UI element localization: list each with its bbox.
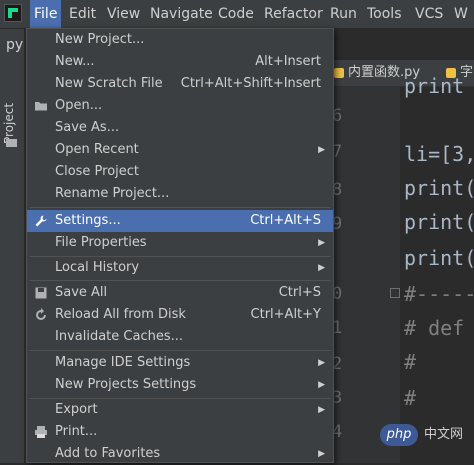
menu-item-label: Save As... — [55, 120, 120, 135]
menu-invalidate-caches[interactable]: Invalidate Caches... — [27, 326, 333, 348]
menu-item-label: Rename Project... — [55, 186, 170, 201]
code-line: print — [404, 74, 465, 98]
menu-item-label: Print... — [55, 424, 98, 439]
watermark-text: 中文网 — [424, 427, 464, 442]
line-number: 2 — [332, 354, 343, 374]
code-line: print( — [404, 176, 474, 200]
print-icon — [35, 426, 47, 438]
menu-item-label: File Properties — [55, 235, 147, 250]
menu-refactor[interactable]: Refactor — [264, 0, 323, 28]
line-number: 1 — [332, 318, 343, 338]
fold-marker-icon[interactable] — [390, 288, 400, 298]
menu-new-scratch-file[interactable]: New Scratch File Ctrl+Alt+Shift+Insert — [27, 73, 333, 95]
menu-vcs[interactable]: VCS — [415, 0, 443, 28]
pycharm-logo-icon — [4, 4, 22, 22]
menu-code[interactable]: Code — [218, 0, 254, 28]
menu-open-recent[interactable]: Open Recent ▶ — [27, 139, 333, 161]
code-line: li=[3, — [404, 142, 474, 166]
line-number: 0 — [332, 284, 343, 304]
python-file-icon — [334, 67, 344, 78]
menu-item-shortcut: Ctrl+Alt+S — [250, 213, 321, 228]
menu-item-label: Save All — [55, 285, 108, 300]
menu-window[interactable]: W — [454, 0, 468, 28]
code-line: print( — [404, 246, 474, 270]
menu-item-label: Open Recent — [55, 142, 139, 157]
line-number: 4 — [332, 422, 343, 442]
menu-item-label: New... — [55, 54, 95, 69]
watermark: php 中文网 — [380, 424, 470, 446]
menu-tools[interactable]: Tools — [367, 0, 402, 28]
submenu-arrow-icon: ▶ — [318, 405, 325, 415]
menu-bar: File Edit View Navigate Code Refactor Ru… — [0, 0, 474, 29]
menu-file-properties[interactable]: File Properties ▶ — [27, 232, 333, 254]
menu-save-all[interactable]: Save All Ctrl+S — [27, 282, 333, 304]
menu-item-label: New Projects Settings — [55, 377, 197, 392]
line-number: 8 — [332, 180, 343, 200]
menu-new-projects-settings[interactable]: New Projects Settings ▶ — [27, 374, 333, 396]
submenu-arrow-icon: ▶ — [318, 449, 325, 459]
menu-rename-project[interactable]: Rename Project... — [27, 183, 333, 205]
menu-item-shortcut: Ctrl+S — [278, 285, 321, 300]
menu-add-to-favorites[interactable]: Add to Favorites ▶ — [27, 443, 333, 465]
submenu-arrow-icon: ▶ — [318, 380, 325, 390]
menu-item-label: Local History — [55, 260, 140, 275]
menu-item-label: Open... — [55, 98, 103, 113]
menu-item-label: Close Project — [55, 164, 140, 179]
project-name-stub: py — [6, 37, 24, 53]
menu-new[interactable]: New... Alt+Insert — [27, 51, 333, 73]
line-number: 6 — [332, 106, 343, 126]
menu-item-label: Manage IDE Settings — [55, 355, 191, 370]
menu-item-label: Settings... — [55, 213, 121, 228]
menu-reload-all-from-disk[interactable]: Reload All from Disk Ctrl+Alt+Y — [27, 304, 333, 326]
wrench-icon — [35, 215, 47, 227]
menu-settings[interactable]: Settings... Ctrl+Alt+S — [27, 210, 333, 232]
menu-item-shortcut: Ctrl+Alt+Shift+Insert — [180, 76, 321, 91]
menu-open[interactable]: Open... — [27, 95, 333, 117]
menu-navigate[interactable]: Navigate — [150, 0, 213, 28]
submenu-arrow-icon: ▶ — [318, 358, 325, 368]
menu-item-label: New Project... — [55, 32, 145, 47]
menu-separator — [29, 207, 331, 208]
menu-item-shortcut: Alt+Insert — [255, 54, 321, 69]
menu-item-label: Export — [55, 402, 98, 417]
code-line: # — [404, 386, 417, 410]
line-number: 9 — [332, 214, 343, 234]
menu-item-label: Invalidate Caches... — [55, 329, 184, 344]
tool-window-strip: Project — [0, 29, 25, 463]
file-menu: New Project... New... Alt+Insert New Scr… — [26, 28, 334, 463]
menu-item-label: Reload All from Disk — [55, 307, 186, 322]
menu-export[interactable]: Export ▶ — [27, 399, 333, 421]
reload-icon — [36, 308, 46, 320]
menu-separator — [29, 280, 331, 281]
menu-view[interactable]: View — [107, 0, 140, 28]
menu-item-label: Add to Favorites — [55, 446, 161, 461]
menu-close-project[interactable]: Close Project — [27, 161, 333, 183]
menu-item-label: New Scratch File — [55, 76, 163, 91]
php-logo-badge: php — [380, 424, 418, 446]
menu-manage-ide-settings[interactable]: Manage IDE Settings ▶ — [27, 352, 333, 374]
folder-icon — [35, 102, 47, 111]
folder-icon — [6, 139, 17, 147]
code-line: # def — [404, 316, 465, 340]
menu-file[interactable]: File — [30, 0, 62, 28]
save-icon — [35, 287, 47, 299]
code-line: # — [404, 350, 417, 374]
menu-edit[interactable]: Edit — [69, 0, 96, 28]
menu-item-shortcut: Ctrl+Alt+Y — [250, 307, 321, 322]
menu-print[interactable]: Print... — [27, 421, 333, 443]
menu-save-as[interactable]: Save As... — [27, 117, 333, 139]
submenu-arrow-icon: ▶ — [318, 263, 325, 273]
menu-separator — [29, 350, 331, 351]
code-line: #----- — [404, 282, 474, 306]
menu-local-history[interactable]: Local History ▶ — [27, 257, 333, 279]
code-line: print( — [404, 210, 474, 234]
menu-run[interactable]: Run — [330, 0, 357, 28]
line-number: 3 — [332, 388, 343, 408]
submenu-arrow-icon: ▶ — [318, 238, 325, 248]
line-number: 7 — [332, 142, 343, 162]
menu-new-project[interactable]: New Project... — [27, 29, 333, 51]
submenu-arrow-icon: ▶ — [318, 145, 325, 155]
